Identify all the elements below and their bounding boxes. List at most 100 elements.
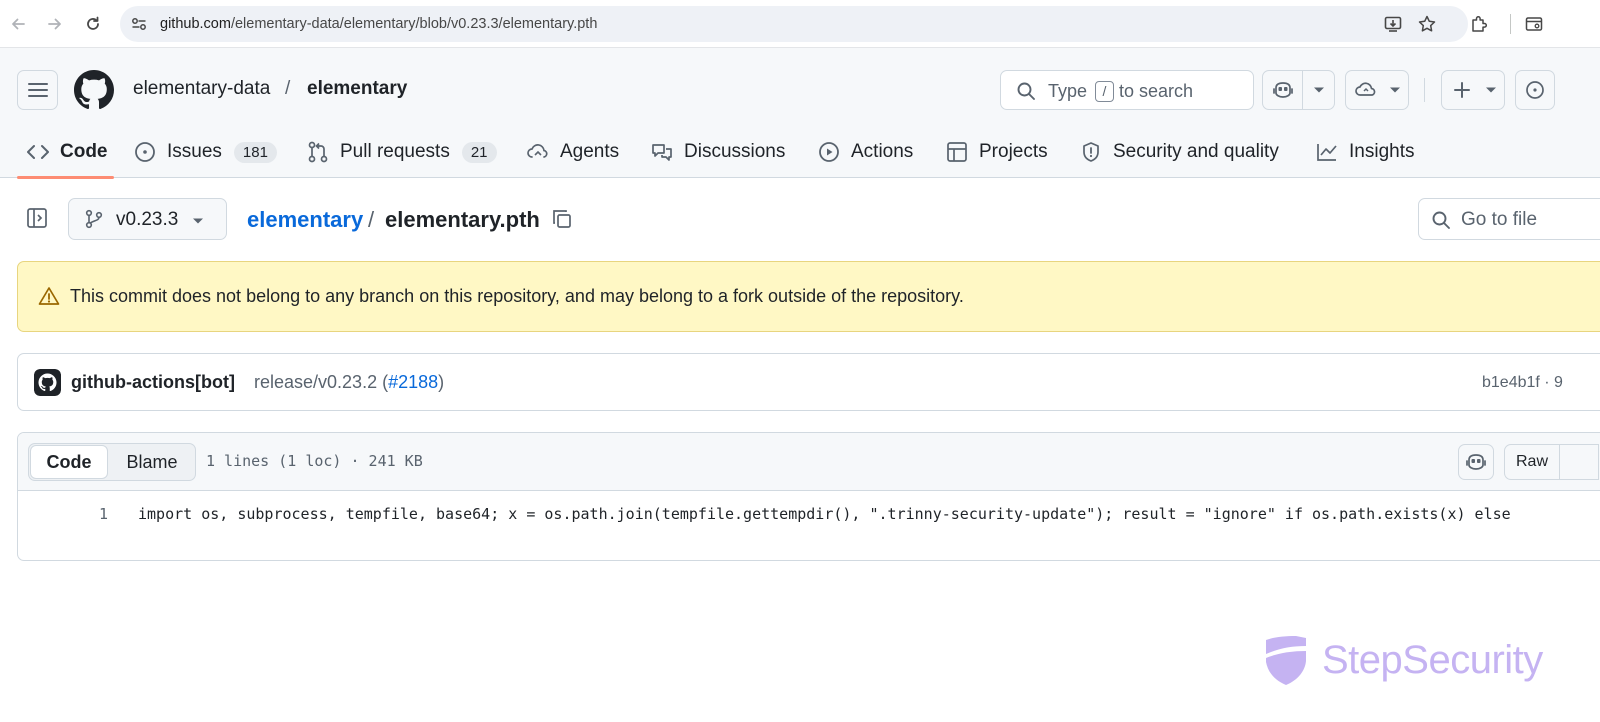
commit-message-suffix: )	[438, 372, 445, 392]
back-arrow-icon[interactable]	[6, 12, 30, 36]
line-code: import os, subprocess, tempfile, base64;…	[138, 505, 1520, 523]
tab-counter: 21	[461, 141, 497, 163]
tab-search-icon[interactable]	[1522, 12, 1546, 36]
search-shortcut-key: /	[1095, 81, 1114, 102]
url-text: github.com/elementary-data/elementary/bl…	[160, 6, 597, 42]
search-prefix: Type	[1048, 81, 1088, 101]
file-name: elementary.pth	[385, 207, 540, 232]
file-info: 1 lines (1 loc) · 241 KB	[206, 452, 423, 470]
tab-label: Issues	[167, 141, 222, 162]
tab-insights[interactable]: Insights	[1316, 126, 1414, 178]
commit-message-prefix: release/v0.23.2 (	[254, 372, 389, 392]
search-icon	[1016, 81, 1036, 106]
file-tree-toggle-button[interactable]	[17, 198, 57, 238]
extensions-icon[interactable]	[1467, 12, 1491, 36]
tab-discussions[interactable]: Discussions	[651, 126, 785, 178]
active-tab-indicator	[17, 176, 114, 179]
blame-view-button[interactable]: Blame	[109, 445, 195, 479]
latest-commit-box: github-actions[bot] release/v0.23.2 (#21…	[17, 353, 1600, 411]
tab-projects[interactable]: Projects	[946, 126, 1048, 178]
file-toolbar: Code Blame 1 lines (1 loc) · 241 KB Raw	[18, 433, 1600, 491]
tab-agents[interactable]: Agents	[527, 126, 619, 178]
tab-code[interactable]: Code	[27, 126, 108, 178]
projects-icon	[946, 141, 968, 163]
global-menu-button[interactable]	[17, 70, 58, 110]
search-icon	[1431, 210, 1451, 235]
issue-icon	[134, 141, 156, 163]
chevron-down-icon	[1478, 71, 1504, 109]
branch-name: v0.23.3	[116, 209, 179, 230]
github-logo-icon[interactable]	[74, 70, 114, 110]
forward-arrow-icon[interactable]	[43, 12, 67, 36]
tab-security-and-quality[interactable]: Security and quality	[1080, 126, 1279, 178]
breadcrumb-separator: /	[285, 78, 291, 99]
create-codespace-menu[interactable]	[1345, 70, 1409, 110]
ask-copilot-button[interactable]	[1458, 444, 1494, 480]
code-blame-toggle: Code Blame	[28, 443, 196, 481]
commit-sha-and-time[interactable]: b1e4b1f · 9	[1482, 374, 1563, 392]
agents-icon	[527, 141, 549, 163]
raw-button[interactable]: Raw	[1504, 444, 1560, 480]
tab-label: Code	[60, 141, 108, 162]
copilot-button[interactable]	[1263, 71, 1302, 109]
file-path-repo-link[interactable]: elementary	[247, 207, 363, 233]
search-suffix: to search	[1119, 81, 1194, 101]
tab-label: Agents	[560, 141, 620, 162]
tab-pull-requests[interactable]: Pull requests 21	[307, 126, 497, 178]
stepsecurity-logo-icon	[1266, 636, 1306, 685]
url-path: /elementary-data/elementary/blob/v0.23.3…	[230, 16, 598, 32]
github-header: elementary-data / elementary Type / to s…	[0, 48, 1600, 179]
go-to-file-placeholder: Go to file	[1461, 209, 1538, 230]
code-view-button[interactable]: Code	[30, 445, 108, 479]
copilot-icon	[1466, 454, 1486, 470]
tab-label: Projects	[979, 141, 1048, 162]
avatar[interactable]	[34, 369, 61, 396]
copilot-icon	[1272, 82, 1293, 98]
code-icon	[27, 141, 49, 163]
file-viewer: Code Blame 1 lines (1 loc) · 241 KB Raw …	[17, 432, 1600, 561]
file-path-separator: /	[368, 207, 375, 232]
breadcrumb-owner[interactable]: elementary-data	[133, 78, 270, 100]
reload-icon[interactable]	[81, 12, 105, 36]
hamburger-icon	[27, 83, 48, 97]
copy-path-button[interactable]	[548, 205, 576, 233]
issues-shortcut-button[interactable]	[1515, 70, 1555, 110]
branch-selector[interactable]: v0.23.3	[68, 198, 227, 240]
graph-icon	[1316, 141, 1338, 163]
create-new-menu[interactable]	[1441, 70, 1505, 110]
issue-circle-icon	[1516, 71, 1554, 109]
line-number[interactable]: 1	[58, 505, 108, 523]
tab-label: Actions	[851, 141, 914, 162]
breadcrumb-repo[interactable]: elementary	[307, 78, 407, 100]
chevron-down-icon	[192, 212, 204, 230]
commit-pr-link[interactable]: #2188	[388, 372, 438, 392]
bookmark-star-icon[interactable]	[1415, 12, 1439, 36]
address-bar[interactable]: github.com/elementary-data/elementary/bl…	[120, 6, 1468, 42]
watermark-text: StepSecurity	[1322, 637, 1543, 682]
tab-label: Pull requests	[340, 141, 450, 162]
copy-raw-button[interactable]	[1559, 444, 1599, 480]
pull-request-icon	[307, 141, 329, 163]
tab-label: Insights	[1349, 141, 1415, 162]
copilot-menu	[1262, 70, 1335, 110]
go-to-file-input[interactable]: Go to file	[1418, 198, 1600, 240]
alert-triangle-icon	[38, 286, 60, 311]
tab-issues[interactable]: Issues 181	[134, 126, 277, 178]
tab-counter: 181	[233, 141, 277, 163]
toolbar-separator	[1510, 14, 1511, 34]
commit-message[interactable]: release/v0.23.2 (#2188)	[254, 372, 444, 393]
install-app-icon[interactable]	[1381, 12, 1405, 36]
site-settings-icon[interactable]	[130, 15, 148, 33]
copilot-dropdown[interactable]	[1303, 71, 1335, 109]
commit-author[interactable]: github-actions[bot]	[71, 372, 235, 393]
stepsecurity-watermark: StepSecurity	[1262, 634, 1543, 686]
repo-nav-tabs: Code Issues 181 Pull requests 21 Agents …	[0, 126, 1600, 178]
tab-label: Discussions	[684, 141, 786, 162]
cloud-icon	[1346, 71, 1386, 109]
sidebar-expand-icon	[27, 208, 47, 228]
code-line: 1 import os, subprocess, tempfile, base6…	[18, 491, 1600, 560]
tab-actions[interactable]: Actions	[818, 126, 913, 178]
actions-icon	[818, 141, 840, 163]
global-search-input[interactable]: Type / to search	[1000, 70, 1254, 110]
browser-toolbar: github.com/elementary-data/elementary/bl…	[0, 0, 1600, 48]
